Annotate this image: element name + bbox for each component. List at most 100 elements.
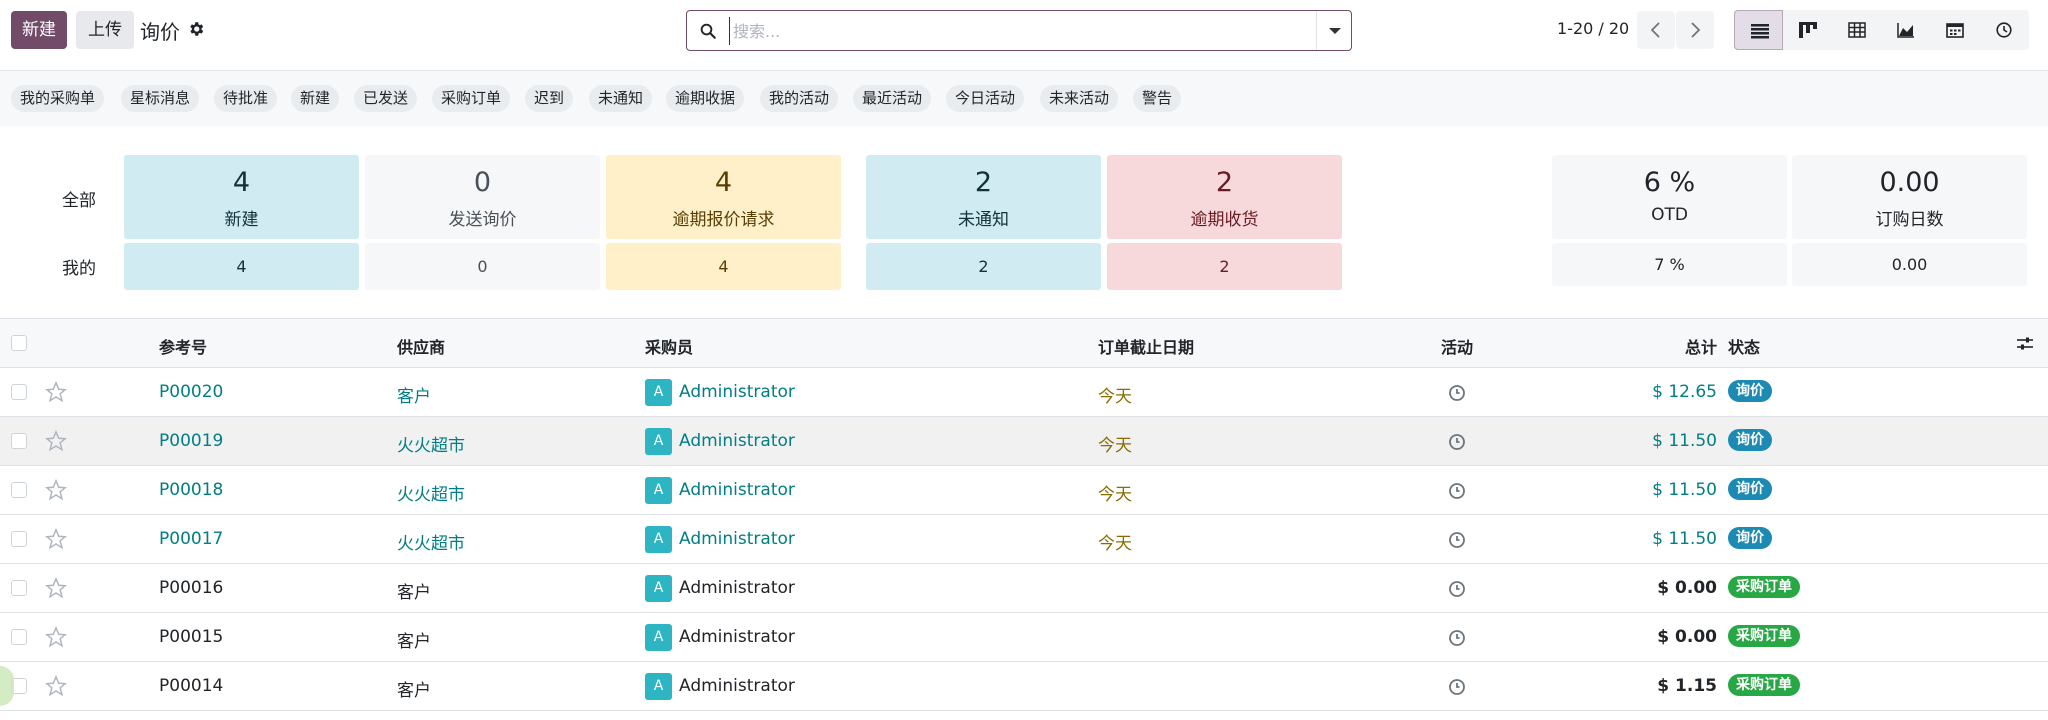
row-checkbox[interactable] [11, 433, 27, 449]
filter-chip[interactable]: 待批准 [214, 85, 278, 112]
filter-chip[interactable]: 采购订单 [432, 85, 511, 112]
tile-late-rfq-all[interactable]: 4 逾期报价请求 [606, 155, 841, 239]
row-checkbox[interactable] [11, 629, 27, 645]
reference-cell[interactable]: P00020 [159, 382, 223, 402]
filter-chip[interactable]: 迟到 [525, 85, 574, 112]
reference-cell[interactable]: P00015 [159, 627, 223, 647]
pager-value[interactable]: 1-20 / 20 [1557, 19, 1629, 38]
search-input[interactable] [729, 17, 1289, 45]
buyer-cell[interactable]: Administrator [679, 529, 795, 549]
reference-cell[interactable]: P00014 [159, 676, 223, 696]
star-icon[interactable] [45, 626, 67, 648]
filter-chip[interactable]: 最近活动 [853, 85, 932, 112]
pager-previous-button[interactable] [1637, 11, 1675, 49]
row-checkbox[interactable] [11, 531, 27, 547]
buyer-cell[interactable]: Administrator [679, 676, 795, 696]
vendor-cell[interactable]: 客户 [397, 578, 431, 603]
clock-icon[interactable] [1448, 580, 1466, 598]
pivot-view-icon [1848, 22, 1866, 38]
activity-view-button[interactable] [1979, 10, 2028, 50]
filter-chip[interactable]: 逾期收据 [666, 85, 745, 112]
column-header-total[interactable]: 总计 [1597, 334, 1717, 358]
star-icon[interactable] [45, 479, 67, 501]
vendor-cell[interactable]: 火火超市 [397, 480, 465, 505]
row-checkbox[interactable] [11, 384, 27, 400]
clock-icon[interactable] [1448, 629, 1466, 647]
filter-chip[interactable]: 未通知 [589, 85, 653, 112]
tile-new-mine[interactable]: 4 [124, 243, 359, 290]
table-row[interactable]: P00015 客户 A Administrator $ 0.00 采购订单 [0, 613, 2048, 662]
vendor-cell[interactable]: 火火超市 [397, 529, 465, 554]
vendor-cell[interactable]: 火火超市 [397, 431, 465, 456]
vendor-cell[interactable]: 客户 [397, 676, 431, 701]
table-row[interactable]: P00016 客户 A Administrator $ 0.00 采购订单 [0, 564, 2048, 613]
reference-cell[interactable]: P00017 [159, 529, 223, 549]
kanban-view-button[interactable] [1783, 10, 1832, 50]
stat-value: 7 % [1654, 255, 1685, 274]
clock-icon[interactable] [1448, 531, 1466, 549]
tile-sent-all[interactable]: 0 发送询价 [365, 155, 600, 239]
column-header-deadline[interactable]: 订单截止日期 [1098, 334, 1194, 358]
status-badge: 询价 [1728, 380, 1772, 402]
buyer-cell[interactable]: Administrator [679, 382, 795, 402]
tile-not-acknowledged-all[interactable]: 2 未通知 [866, 155, 1101, 239]
filter-chip[interactable]: 已发送 [354, 85, 418, 112]
graph-view-button[interactable] [1881, 10, 1930, 50]
filter-chip[interactable]: 新建 [291, 85, 340, 112]
clock-icon[interactable] [1448, 678, 1466, 696]
buyer-cell[interactable]: Administrator [679, 431, 795, 451]
column-header-buyer[interactable]: 采购员 [645, 334, 693, 358]
filter-chip[interactable]: 我的活动 [760, 85, 839, 112]
optional-columns-icon[interactable] [2016, 335, 2034, 353]
reference-cell[interactable]: P00019 [159, 431, 223, 451]
table-row[interactable]: P00014 客户 A Administrator $ 1.15 采购订单 [0, 662, 2048, 711]
new-button[interactable]: 新建 [11, 11, 67, 49]
column-header-status[interactable]: 状态 [1728, 334, 1760, 358]
tile-late-receipt-all[interactable]: 2 逾期收货 [1107, 155, 1342, 239]
tile-late-rfq-mine[interactable]: 4 [606, 243, 841, 290]
row-checkbox[interactable] [11, 580, 27, 596]
pager-next-button[interactable] [1676, 11, 1714, 49]
star-icon[interactable] [45, 675, 67, 697]
gear-icon[interactable] [187, 20, 205, 38]
vendor-cell[interactable]: 客户 [397, 382, 431, 407]
buyer-cell[interactable]: Administrator [679, 578, 795, 598]
filter-chip[interactable]: 我的采购单 [11, 85, 105, 112]
stat-value: 0.00 [1891, 255, 1928, 274]
reference-cell[interactable]: P00016 [159, 578, 223, 598]
filter-chip[interactable]: 星标消息 [121, 85, 200, 112]
filter-chip[interactable]: 今日活动 [946, 85, 1025, 112]
buyer-cell[interactable]: Administrator [679, 627, 795, 647]
pivot-view-button[interactable] [1832, 10, 1881, 50]
buyer-cell[interactable]: Administrator [679, 480, 795, 500]
table-row[interactable]: P00020 客户 A Administrator 今天 $ 12.65 询价 [0, 368, 2048, 417]
filter-chip[interactable]: 警告 [1133, 85, 1182, 112]
upload-button[interactable]: 上传 [76, 11, 134, 49]
calendar-view-button[interactable] [1930, 10, 1979, 50]
filter-chip[interactable]: 未来活动 [1040, 85, 1119, 112]
column-header-reference[interactable]: 参考号 [159, 334, 207, 358]
star-icon[interactable] [45, 430, 67, 452]
table-row[interactable]: P00017 火火超市 A Administrator 今天 $ 11.50 询… [0, 515, 2048, 564]
table-row[interactable]: P00019 火火超市 A Administrator 今天 $ 11.50 询… [0, 417, 2048, 466]
select-all-checkbox[interactable] [11, 335, 27, 351]
tile-count: 2 [978, 257, 989, 276]
tile-new-all[interactable]: 4 新建 [124, 155, 359, 239]
tile-not-acknowledged-mine[interactable]: 2 [866, 243, 1101, 290]
star-icon[interactable] [45, 577, 67, 599]
row-checkbox[interactable] [11, 482, 27, 498]
tile-sent-mine[interactable]: 0 [365, 243, 600, 290]
column-header-vendor[interactable]: 供应商 [397, 334, 445, 358]
column-header-activity[interactable]: 活动 [1441, 334, 1473, 358]
vendor-cell[interactable]: 客户 [397, 627, 431, 652]
search-options-toggle[interactable] [1316, 11, 1351, 50]
star-icon[interactable] [45, 528, 67, 550]
clock-icon[interactable] [1448, 433, 1466, 451]
clock-icon[interactable] [1448, 482, 1466, 500]
clock-icon[interactable] [1448, 384, 1466, 402]
list-view-button[interactable] [1734, 10, 1783, 50]
star-icon[interactable] [45, 381, 67, 403]
reference-cell[interactable]: P00018 [159, 480, 223, 500]
tile-late-receipt-mine[interactable]: 2 [1107, 243, 1342, 290]
table-row[interactable]: P00018 火火超市 A Administrator 今天 $ 11.50 询… [0, 466, 2048, 515]
